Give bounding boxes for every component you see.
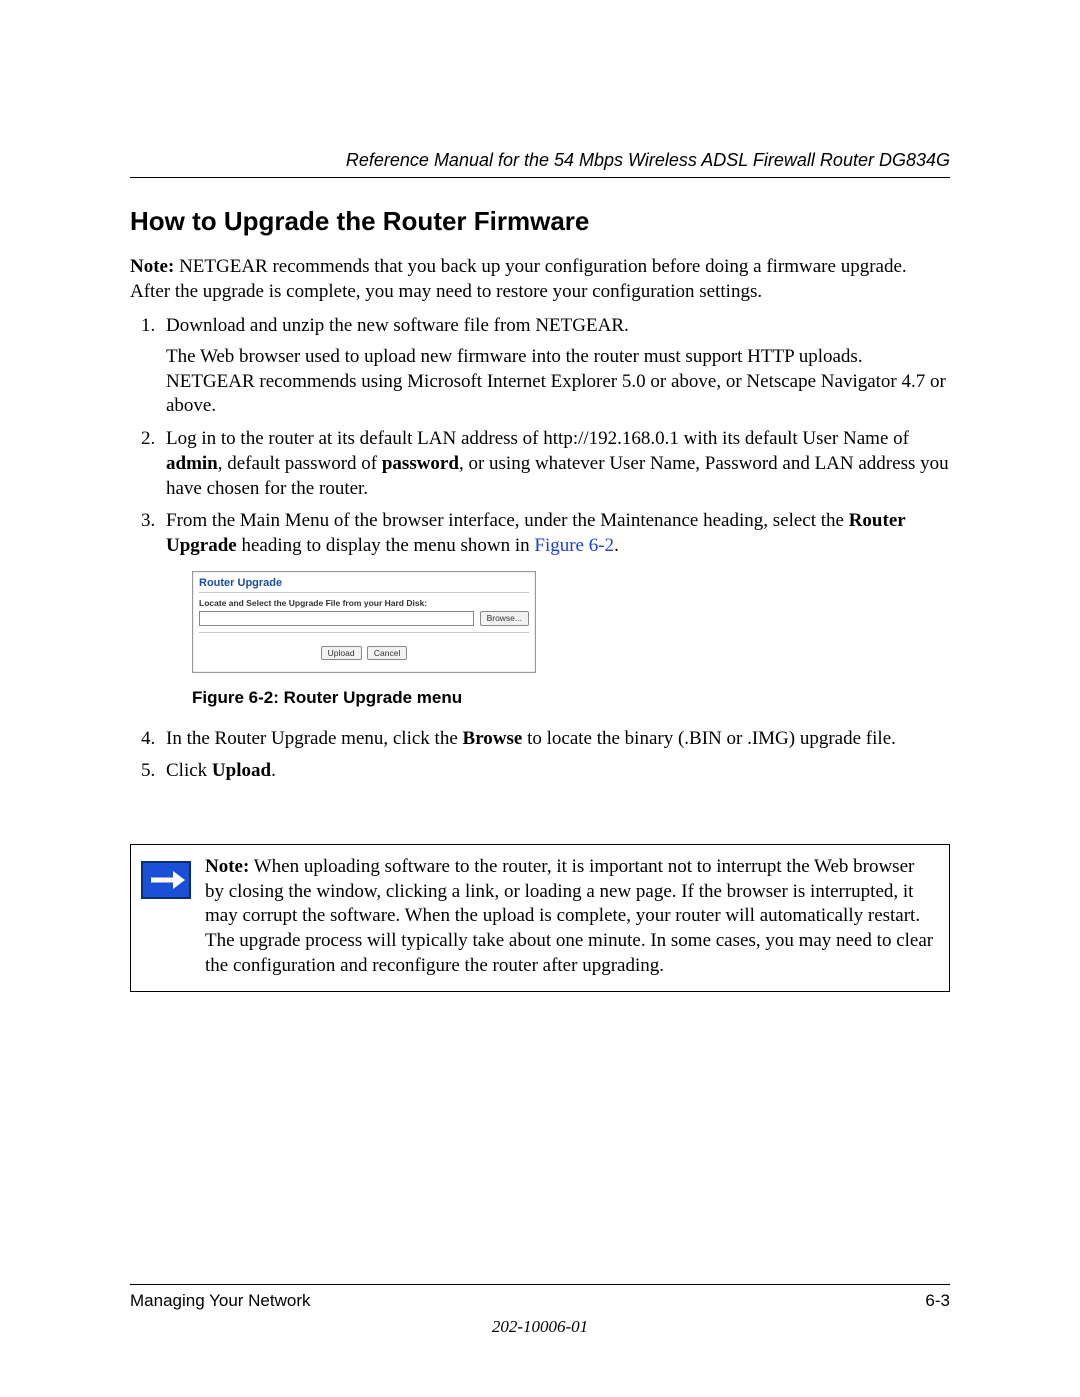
step-3: From the Main Menu of the browser interf…	[160, 509, 950, 709]
footer-rule	[130, 1284, 950, 1285]
note-label: Note:	[130, 256, 174, 277]
step-2-password: password	[382, 453, 459, 474]
callout-body: When uploading software to the router, i…	[205, 856, 933, 976]
section-title: How to Upgrade the Router Firmware	[130, 206, 950, 237]
router-upgrade-panel: Router Upgrade Locate and Select the Upg…	[192, 571, 536, 673]
cancel-button[interactable]: Cancel	[367, 646, 407, 660]
step-4-a: In the Router Upgrade menu, click the	[166, 728, 463, 749]
step-2-b: , default password of	[218, 453, 382, 474]
panel-title: Router Upgrade	[199, 576, 529, 593]
step-5: Click Upload.	[160, 759, 950, 784]
step-2-a: Log in to the router at its default LAN …	[166, 428, 909, 449]
step-5-a: Click	[166, 760, 212, 781]
step-3-b: heading to display the menu shown in	[237, 535, 535, 556]
step-4-b: to locate the binary (.BIN or .IMG) upgr…	[522, 728, 896, 749]
footer-page-number: 6-3	[925, 1291, 950, 1311]
step-4: In the Router Upgrade menu, click the Br…	[160, 727, 950, 752]
step-2: Log in to the router at its default LAN …	[160, 427, 950, 501]
step-5-b: .	[271, 760, 276, 781]
step-1: Download and unzip the new software file…	[160, 314, 950, 419]
browse-button[interactable]: Browse...	[480, 611, 529, 625]
running-header: Reference Manual for the 54 Mbps Wireles…	[130, 150, 950, 178]
step-3-c: .	[614, 535, 619, 556]
callout-label: Note:	[205, 856, 249, 877]
steps-list: Download and unzip the new software file…	[130, 314, 950, 784]
upload-button[interactable]: Upload	[321, 646, 362, 660]
footer-doc-number: 202-10006-01	[130, 1317, 950, 1337]
intro-note: Note: NETGEAR recommends that you back u…	[130, 255, 950, 304]
figure-caption: Figure 6-2: Router Upgrade menu	[192, 687, 950, 709]
upload-warning-callout: Note: When uploading software to the rou…	[130, 844, 950, 991]
step-3-a: From the Main Menu of the browser interf…	[166, 510, 849, 531]
figure-link[interactable]: Figure 6-2	[534, 535, 614, 556]
file-row: Browse...	[199, 611, 529, 633]
page: Reference Manual for the 54 Mbps Wireles…	[0, 0, 1080, 1397]
step-1-sub: The Web browser used to upload new firmw…	[166, 345, 950, 419]
panel-instruction: Locate and Select the Upgrade File from …	[199, 598, 529, 609]
step-1-main: Download and unzip the new software file…	[166, 315, 629, 336]
callout-text: Note: When uploading software to the rou…	[205, 855, 937, 978]
panel-actions: Upload Cancel	[199, 639, 529, 664]
step-4-bold: Browse	[463, 728, 523, 749]
step-5-bold: Upload	[212, 760, 271, 781]
arrow-right-icon	[141, 861, 191, 899]
figure-6-2: Router Upgrade Locate and Select the Upg…	[192, 571, 950, 673]
footer-chapter: Managing Your Network	[130, 1291, 311, 1311]
file-path-input[interactable]	[199, 611, 474, 626]
page-footer: Managing Your Network 6-3 202-10006-01	[130, 1284, 950, 1337]
step-2-admin: admin	[166, 453, 218, 474]
footer-row: Managing Your Network 6-3	[130, 1291, 950, 1311]
note-text: NETGEAR recommends that you back up your…	[130, 256, 907, 302]
